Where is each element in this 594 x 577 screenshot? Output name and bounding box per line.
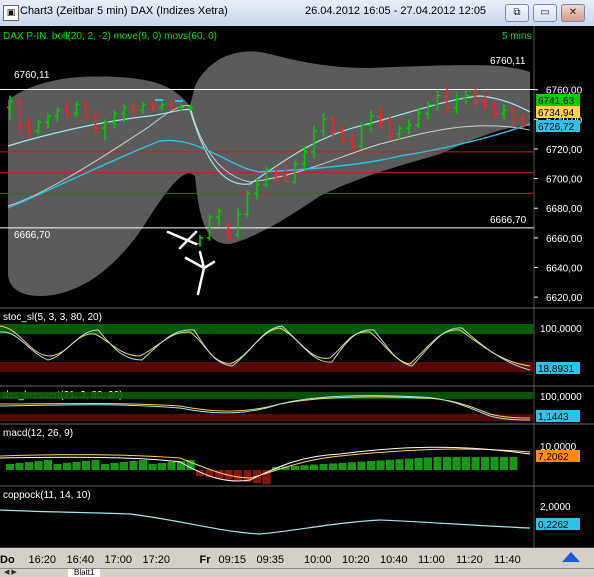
macd-bar — [395, 459, 404, 470]
macd-bar — [471, 457, 480, 470]
x-tick-label: 16:20 — [29, 554, 57, 566]
lower-line-label: 6666,70 — [14, 230, 51, 241]
y-tick-label: 6680,00 — [546, 204, 583, 215]
stoch-value-tag: 18,8931 — [538, 364, 575, 375]
window-title: Chart3 (Zeitbar 5 min) DAX (Indizes Xetr… — [20, 5, 228, 17]
timeframe-label: 5 mins — [502, 31, 531, 42]
x-tick-label: 09:15 — [219, 554, 247, 566]
y-tick-label: 6720,00 — [546, 145, 583, 156]
macd-bar — [405, 458, 413, 470]
macd-bar — [490, 457, 499, 470]
macd-bar — [101, 464, 109, 470]
macd-bar — [167, 462, 176, 470]
macd-bar — [34, 461, 43, 470]
stoch-panel-title: stoc_sl(5, 3, 3, 80, 20) — [3, 312, 102, 323]
upper-line-label-right: 6760,11 — [490, 56, 526, 67]
macd-bar — [319, 464, 328, 470]
date-range: 26.04.2012 16:05 - 27.04.2012 12:05 — [305, 5, 487, 17]
upper-line-label: 6760,11 — [14, 70, 50, 81]
x-tick-label: 11:20 — [456, 554, 483, 566]
macd-bar — [15, 463, 24, 470]
macd-bar — [424, 457, 432, 470]
price-panel-header: DAX P-IN. boll(20, 2, -2) move(9, 0) mov… — [3, 31, 217, 42]
macd-value-tag: 7,2062 — [538, 452, 569, 463]
y-tick-label: 6640,00 — [546, 263, 583, 274]
macd-bar — [452, 457, 461, 470]
x-tick-label: 17:20 — [143, 554, 171, 566]
macd-bar — [310, 464, 318, 470]
macd-bar — [462, 457, 470, 470]
macd-bar — [414, 458, 423, 470]
macd-bar — [158, 463, 166, 470]
x-tick-label: 17:00 — [105, 554, 133, 566]
chart-area[interactable]: DAX P-IN. boll(20, 2, -2) move(9, 0) mov… — [0, 26, 594, 568]
coppock-tick-2: 2,0000 — [540, 502, 571, 513]
dss-tick-100: 100,0000 — [540, 392, 582, 403]
macd-bar — [300, 465, 309, 470]
macd-bar — [376, 460, 385, 470]
macd-bar — [509, 457, 518, 470]
y-tick-label: 6660,00 — [546, 234, 583, 245]
macd-bar — [500, 457, 508, 470]
macd-bar — [25, 462, 33, 470]
macd-bar — [348, 462, 356, 470]
coppock-value-tag: 0,2262 — [538, 520, 569, 531]
price-tag-yellow: 6734,94 — [538, 108, 575, 119]
price-tag-green: 6741,63 — [538, 96, 575, 107]
minimize-button[interactable]: ▭ — [533, 4, 557, 22]
macd-bar — [357, 461, 366, 470]
macd-bar — [481, 457, 489, 470]
x-tick-label: 10:20 — [342, 554, 370, 566]
dss-oversold-zone — [0, 414, 534, 421]
macd-bar — [329, 463, 337, 470]
stoch-tick-100: 100,0000 — [540, 324, 582, 335]
x-tick-label: 11:00 — [418, 554, 445, 566]
y-tick-label: 6620,00 — [546, 293, 583, 304]
dss-value-tag: 1,1443 — [538, 412, 569, 423]
coppock-panel-title: coppock(11, 14, 10) — [3, 490, 91, 501]
chart-window-icon[interactable]: ▣ — [3, 5, 19, 21]
x-tick-label: 10:00 — [304, 554, 332, 566]
x-tick-label: 10:40 — [380, 554, 408, 566]
macd-bar — [72, 462, 81, 470]
macd-bar — [148, 464, 157, 470]
macd-bar — [338, 462, 347, 470]
macd-bar — [129, 461, 138, 470]
macd-bar — [82, 461, 90, 470]
macd-bar — [433, 457, 442, 470]
macd-bar — [63, 463, 71, 470]
lower-line-label-right: 6666,70 — [490, 215, 527, 226]
macd-bar — [120, 462, 128, 470]
dss-overbought-zone — [0, 392, 534, 399]
macd-bar — [234, 470, 242, 481]
macd-panel-title: macd(12, 26, 9) — [3, 428, 73, 439]
restore-button[interactable]: ⧉ — [505, 4, 529, 22]
y-tick-label: 6700,00 — [546, 175, 583, 186]
close-button[interactable]: ✕ — [561, 4, 585, 22]
macd-bar — [443, 457, 451, 470]
macd-bar — [110, 463, 119, 470]
macd-bar — [367, 461, 375, 470]
window-title-bar: ▣ Chart3 (Zeitbar 5 min) DAX (Indizes Xe… — [0, 0, 594, 27]
x-tick-label: 09:35 — [257, 554, 285, 566]
x-tick-label: 16:40 — [67, 554, 95, 566]
macd-bar — [44, 460, 52, 470]
time-axis: Do 16:20 16:40 17:00 17:20 Fr 09:15 09:35 10:00 1… — [0, 554, 521, 566]
price-tag-cyan: 6726,72 — [538, 122, 575, 133]
macd-bar — [6, 464, 14, 470]
macd-bar — [53, 464, 62, 470]
macd-bar — [91, 460, 100, 470]
macd-bar — [139, 460, 147, 470]
macd-bar — [386, 459, 394, 470]
stoch-oversold-zone — [0, 362, 534, 372]
macd-bar — [291, 465, 299, 470]
x-tick-label: Fr — [200, 554, 212, 566]
x-tick-label: Do — [0, 554, 15, 566]
x-tick-label: 11:40 — [494, 554, 521, 566]
